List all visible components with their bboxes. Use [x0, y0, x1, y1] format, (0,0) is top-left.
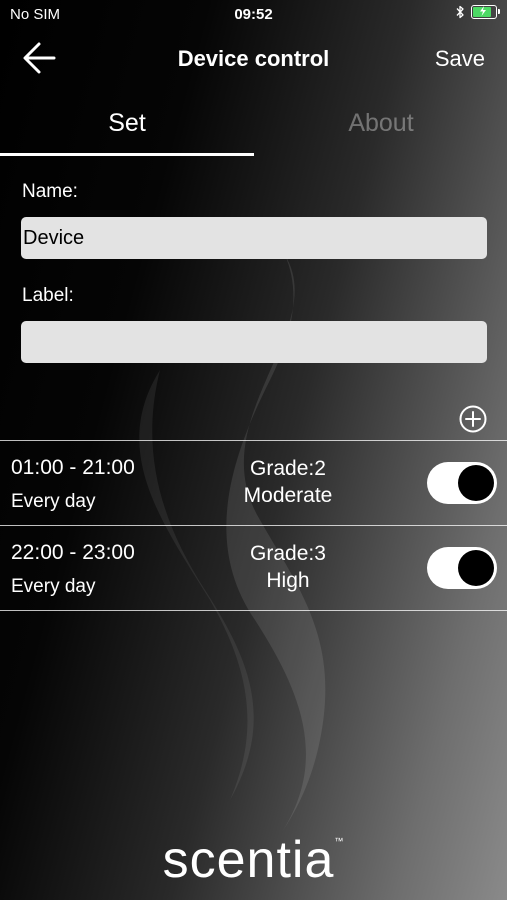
- schedule-repeat: Every day: [11, 491, 96, 512]
- schedule-time: 22:00 - 23:00: [11, 541, 135, 564]
- schedule-time: 01:00 - 21:00: [11, 456, 135, 479]
- save-button[interactable]: Save: [435, 46, 485, 72]
- bluetooth-icon: [456, 5, 464, 19]
- name-label: Name:: [22, 181, 78, 202]
- label-field[interactable]: [21, 321, 487, 363]
- tab-bar: Set About: [0, 96, 507, 156]
- charging-bolt-icon: [480, 6, 486, 16]
- schedule-list: 01:00 - 21:00 Every day Grade:2 Moderate…: [0, 440, 507, 611]
- schedule-row[interactable]: 22:00 - 23:00 Every day Grade:3 High: [0, 526, 507, 610]
- battery-icon: [471, 5, 500, 19]
- toggle-knob: [458, 550, 494, 586]
- trademark-mark: ™: [334, 836, 345, 846]
- name-field[interactable]: [21, 217, 487, 259]
- divider: [0, 610, 507, 611]
- toggle-knob: [458, 465, 494, 501]
- schedule-grade: Grade:2: [250, 457, 326, 480]
- schedule-level: Moderate: [243, 484, 333, 507]
- label-label: Label:: [22, 285, 74, 306]
- status-indicators: [456, 5, 500, 19]
- schedule-repeat: Every day: [11, 576, 96, 597]
- plus-circle-icon: [459, 405, 487, 433]
- status-bar: No SIM 09:52: [0, 0, 507, 30]
- brand-name: scentia: [162, 831, 335, 889]
- tab-about[interactable]: About: [254, 96, 507, 156]
- nav-bar: Device control Save: [0, 30, 507, 86]
- status-time: 09:52: [234, 6, 273, 23]
- tab-set[interactable]: Set: [0, 96, 254, 156]
- schedule-grade: Grade:3: [250, 542, 326, 565]
- add-schedule-button[interactable]: [458, 404, 488, 434]
- schedule-toggle[interactable]: [427, 462, 497, 504]
- brand-logo: scentia™: [0, 830, 507, 890]
- schedule-row[interactable]: 01:00 - 21:00 Every day Grade:2 Moderate: [0, 441, 507, 525]
- active-tab-indicator: [0, 153, 254, 156]
- schedule-level: High: [266, 569, 310, 592]
- page-title: Device control: [177, 46, 330, 71]
- schedule-toggle[interactable]: [427, 547, 497, 589]
